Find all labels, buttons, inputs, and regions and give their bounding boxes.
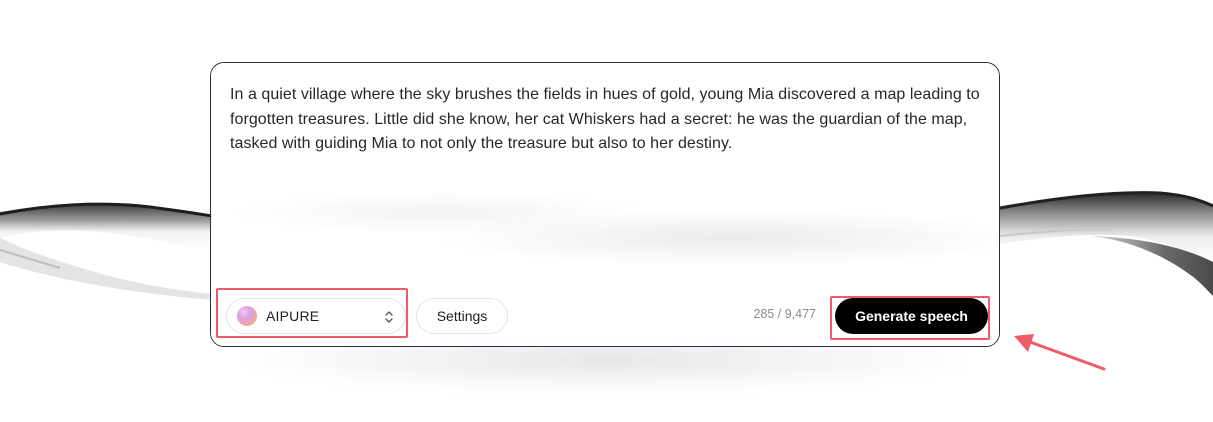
settings-button[interactable]: Settings [416, 298, 508, 334]
prompt-textarea[interactable]: In a quiet village where the sky brushes… [230, 83, 982, 157]
voice-select-highlight [216, 288, 408, 338]
arrow-icon [1014, 334, 1106, 371]
generate-button-highlight [830, 296, 990, 340]
character-count: 285 / 9,477 [753, 307, 816, 321]
screenshot-stage: In a quiet village where the sky brushes… [0, 0, 1213, 422]
